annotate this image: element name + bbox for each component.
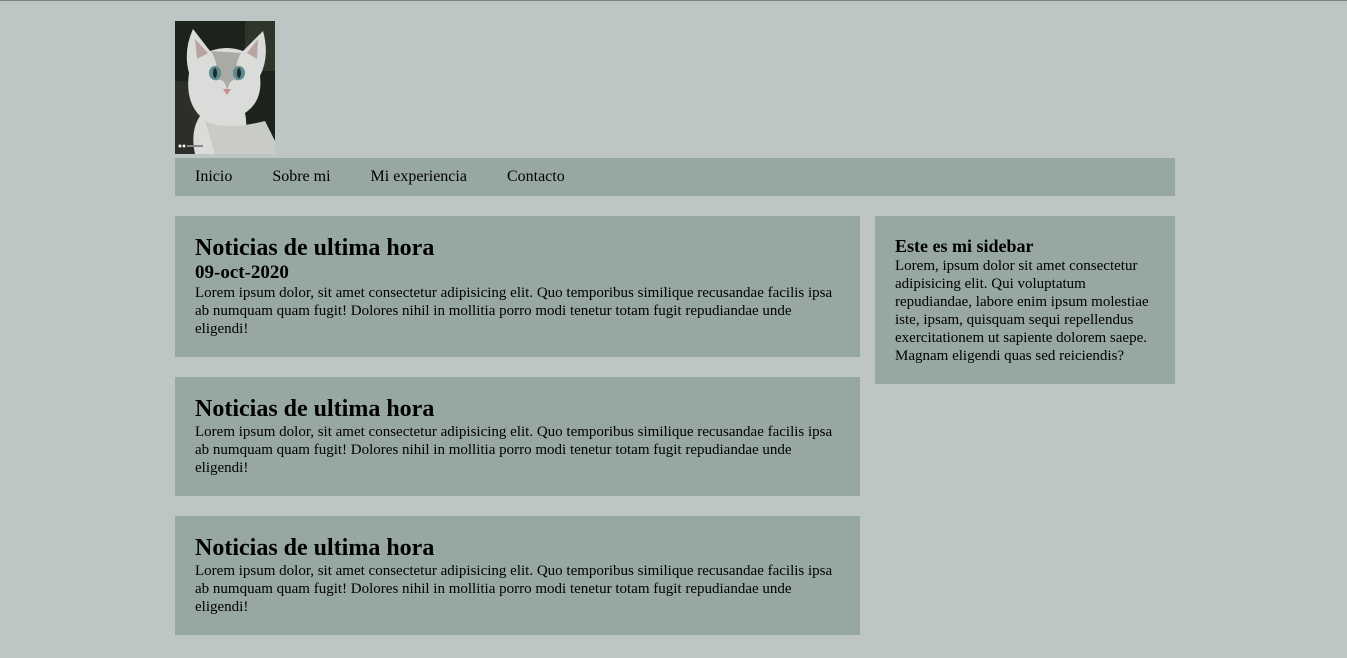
- article-title: Noticias de ultima hora: [195, 396, 435, 422]
- article-body: Lorem ipsum dolor, sit amet consectetur …: [195, 424, 833, 476]
- page-container: Inicio Sobre mi Mi experiencia Contacto …: [175, 21, 1175, 655]
- content-area: Noticias de ultima hora 09-oct-2020 Lore…: [175, 216, 1175, 655]
- sidebar-body: Lorem, ipsum dolor sit amet consectetur …: [895, 258, 1149, 364]
- article-title: Noticias de ultima hora: [195, 535, 435, 561]
- news-article: Noticias de ultima hora Lorem ipsum dolo…: [175, 377, 860, 496]
- article-body: Lorem ipsum dolor, sit amet consectetur …: [195, 285, 833, 337]
- news-article: Noticias de ultima hora Lorem ipsum dolo…: [175, 516, 860, 635]
- sidebar: Este es mi sidebar Lorem, ipsum dolor si…: [875, 216, 1175, 384]
- article-date: 09-oct-2020: [195, 262, 289, 283]
- nav-item-sobre-mi[interactable]: Sobre mi: [272, 168, 330, 186]
- sidebar-title: Este es mi sidebar: [895, 236, 1034, 256]
- articles-column: Noticias de ultima hora 09-oct-2020 Lore…: [175, 216, 860, 655]
- main-nav: Inicio Sobre mi Mi experiencia Contacto: [175, 158, 1175, 196]
- news-article: Noticias de ultima hora 09-oct-2020 Lore…: [175, 216, 860, 357]
- nav-item-mi-experiencia[interactable]: Mi experiencia: [371, 168, 467, 186]
- article-body: Lorem ipsum dolor, sit amet consectetur …: [195, 563, 833, 615]
- nav-item-contacto[interactable]: Contacto: [507, 168, 565, 186]
- nav-item-inicio[interactable]: Inicio: [195, 168, 232, 186]
- article-title: Noticias de ultima hora: [195, 235, 435, 261]
- cat-photo-logo: [175, 21, 275, 154]
